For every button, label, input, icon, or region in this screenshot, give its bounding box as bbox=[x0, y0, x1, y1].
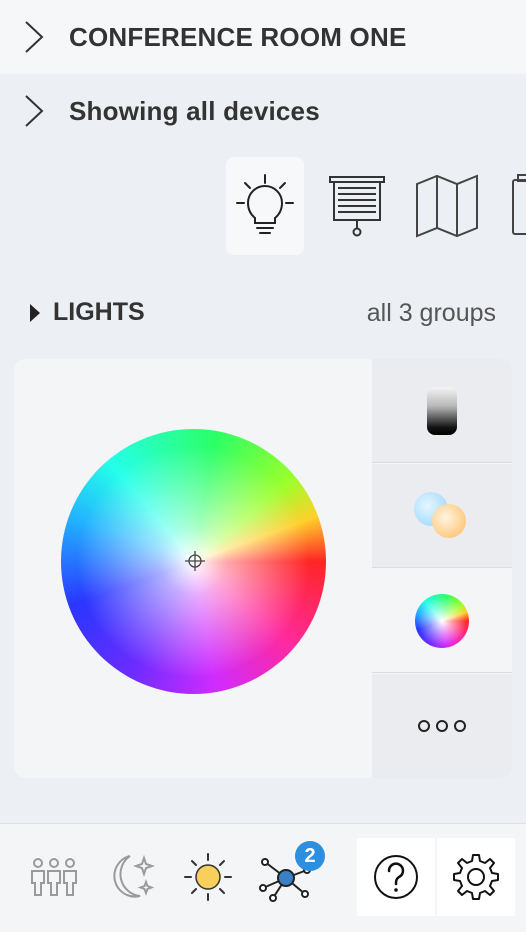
chevron-right-icon bbox=[25, 21, 44, 53]
network-badge: 2 bbox=[295, 841, 325, 871]
help-icon bbox=[374, 855, 418, 899]
gear-icon bbox=[453, 854, 499, 900]
crosshair-icon[interactable] bbox=[185, 551, 205, 571]
brightness-swatch-icon bbox=[427, 386, 457, 435]
color-control-panel bbox=[14, 359, 512, 778]
tab-lights[interactable] bbox=[226, 157, 304, 255]
brightness-mode-button[interactable] bbox=[372, 359, 512, 463]
day-scene-button[interactable] bbox=[172, 838, 244, 916]
lights-section-header[interactable]: LIGHTS all 3 groups bbox=[0, 290, 526, 336]
lightbulb-icon bbox=[236, 174, 294, 234]
room-name: CONFERENCE ROOM ONE bbox=[69, 22, 407, 52]
day-scene-icon bbox=[184, 853, 232, 901]
more-modes-button[interactable] bbox=[372, 674, 512, 778]
device-icon bbox=[512, 174, 526, 235]
color-temperature-mode-button[interactable] bbox=[372, 464, 512, 568]
tab-map[interactable] bbox=[408, 157, 486, 255]
group-count: all 3 groups bbox=[366, 299, 496, 327]
section-title: LIGHTS bbox=[53, 298, 145, 326]
night-scene-icon bbox=[113, 854, 156, 898]
occupancy-button[interactable] bbox=[18, 838, 90, 916]
color-temperature-icon bbox=[414, 491, 470, 540]
chevron-right-icon bbox=[25, 95, 44, 127]
projector-screen-icon bbox=[329, 176, 385, 237]
night-scene-button[interactable] bbox=[96, 838, 168, 916]
device-filter-label: Showing all devices bbox=[69, 96, 320, 126]
map-icon bbox=[416, 174, 478, 238]
caret-right-icon bbox=[30, 304, 40, 322]
device-filter-selector[interactable]: Showing all devices bbox=[0, 74, 526, 148]
color-mode-selector bbox=[372, 359, 512, 778]
tab-other-devices[interactable] bbox=[500, 157, 526, 255]
bottom-toolbar bbox=[0, 823, 526, 932]
settings-button[interactable] bbox=[437, 838, 515, 916]
room-selector[interactable]: CONFERENCE ROOM ONE bbox=[0, 0, 526, 74]
tab-blinds[interactable] bbox=[318, 157, 396, 255]
more-options-icon bbox=[415, 720, 469, 732]
color-wheel-mode-button[interactable] bbox=[372, 569, 512, 673]
help-button[interactable] bbox=[357, 838, 435, 916]
occupancy-icon bbox=[31, 858, 77, 896]
color-wheel-icon bbox=[415, 593, 469, 648]
